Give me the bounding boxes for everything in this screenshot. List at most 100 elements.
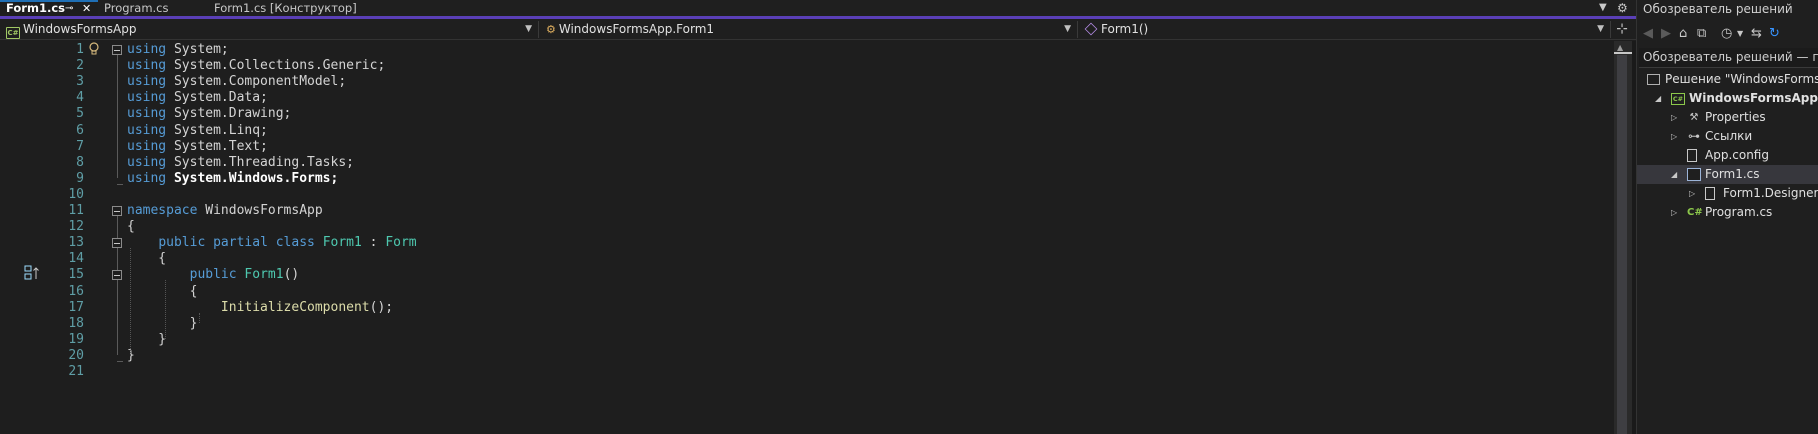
- lightbulb-icon[interactable]: [88, 42, 100, 56]
- tree-item-label: Form1.Designer.cs: [1723, 186, 1818, 200]
- collapsed-arrow-icon[interactable]: ▷: [1671, 108, 1677, 127]
- code-line[interactable]: 21: [0, 364, 1614, 383]
- search-input[interactable]: Обозреватель решений — поиск (Ctrl+;): [1639, 48, 1818, 68]
- code-token: System;: [166, 42, 229, 57]
- line-number: 5: [76, 106, 84, 122]
- code-token: WindowsFormsApp: [197, 203, 323, 218]
- code-token: using: [127, 74, 167, 90]
- forward-icon[interactable]: ▶: [1661, 26, 1671, 42]
- navigation-bar: C# WindowsFormsApp ▼ ⚙ WindowsFormsApp.For…: [0, 19, 1636, 40]
- tree-item[interactable]: Решение "WindowsFormsApp" (проектов: 1 и…: [1637, 70, 1818, 89]
- tab-form1-designer[interactable]: Form1.cs [Конструктор]: [214, 0, 374, 16]
- line-number: 20: [68, 347, 84, 363]
- code-token: using: [127, 154, 167, 170]
- solution-explorer-toolbar: ◀ ▶ ⌂ ⧉ ◷ ▼ ⇆ ↻: [1637, 22, 1818, 46]
- split-window-icon[interactable]: ⊹: [1612, 21, 1632, 38]
- collapsed-arrow-icon[interactable]: ▷: [1689, 184, 1695, 203]
- code-text: public partial class Form1 : Form: [127, 235, 416, 251]
- line-number: 3: [76, 74, 84, 90]
- code-text: namespace WindowsFormsApp: [127, 203, 323, 219]
- line-number: 1: [76, 42, 84, 57]
- code-text: using System.Collections.Generic;: [127, 58, 385, 74]
- line-number: 7: [76, 138, 84, 154]
- chevron-down-icon: ▼: [1064, 24, 1071, 34]
- pending-changes-filter-icon[interactable]: ◷: [1721, 26, 1732, 42]
- member-dropdown-value: Form1(): [1101, 22, 1149, 36]
- code-text: using System.ComponentModel;: [127, 74, 346, 90]
- outline-guide-end: [117, 360, 123, 362]
- tab-program-cs[interactable]: Program.cs: [104, 0, 202, 16]
- tree-item[interactable]: ▷ ⊶ Ссылки: [1637, 127, 1818, 146]
- code-token: System.Text;: [166, 138, 268, 154]
- code-token: Form1: [322, 235, 362, 251]
- code-text: using System.Data;: [127, 90, 268, 106]
- collapsed-arrow-icon[interactable]: ▷: [1671, 127, 1677, 146]
- sync-with-active-document-icon[interactable]: ⇆: [1751, 26, 1762, 42]
- tree-item-label: Program.cs: [1705, 205, 1773, 219]
- code-token: }: [127, 331, 167, 347]
- tree-item[interactable]: ▷ Form1.Designer.cs: [1637, 184, 1818, 203]
- collapsed-arrow-icon[interactable]: ▷: [1671, 203, 1677, 222]
- outline-guide: [117, 280, 118, 323]
- scrollbar-thumb[interactable]: [1617, 55, 1627, 434]
- back-icon[interactable]: ◀: [1643, 26, 1653, 42]
- code-token: System.Threading.Tasks;: [166, 154, 354, 170]
- project-dropdown-value: WindowsFormsApp: [23, 22, 137, 36]
- wrench-icon: ⚒: [1689, 112, 1699, 123]
- tree-item[interactable]: App.config: [1637, 146, 1818, 165]
- tree-item[interactable]: ▷ C# Program.cs: [1637, 203, 1818, 222]
- collapse-region-icon[interactable]: [112, 206, 122, 216]
- tree-item[interactable]: ◢ Form1.cs: [1637, 165, 1818, 184]
- code-text: using System;: [127, 42, 229, 58]
- code-text-area[interactable]: 1 using System; 2 using System.Collections.…: [0, 41, 1614, 434]
- solution-icon: [1647, 74, 1660, 85]
- collapse-region-icon[interactable]: [112, 270, 122, 281]
- code-text: {: [127, 251, 166, 267]
- scroll-up-arrow-icon[interactable]: ▲: [1617, 43, 1623, 52]
- line-number: 17: [68, 299, 84, 315]
- code-token: System.Drawing;: [166, 106, 292, 122]
- code-token: using: [127, 106, 167, 122]
- csharp-project-icon: C#: [1671, 93, 1685, 105]
- code-token: class: [275, 235, 315, 251]
- chevron-down-icon: ▼: [1597, 24, 1604, 34]
- line-number: 18: [68, 315, 84, 331]
- line-number: 6: [76, 122, 84, 138]
- tree-item[interactable]: ▷ ⚒ Properties: [1637, 108, 1818, 127]
- code-token: (): [283, 267, 300, 283]
- tree-item-label: Ссылки: [1705, 129, 1753, 143]
- tree-item-label: App.config: [1705, 148, 1769, 162]
- csharp-file-icon: C#: [1687, 207, 1703, 218]
- code-text: using System.Linq;: [127, 123, 268, 139]
- project-dropdown[interactable]: C# WindowsFormsApp ▼: [0, 21, 539, 39]
- class-dropdown[interactable]: ⚙ WindowsFormsApp.Form1 ▼: [540, 21, 1078, 38]
- tab-label: Program.cs: [104, 1, 169, 15]
- expanded-arrow-icon[interactable]: ◢: [1655, 89, 1661, 108]
- home-icon[interactable]: ⌂: [1679, 26, 1687, 42]
- panel-title: Обозреватель решений: [1643, 2, 1793, 16]
- code-editor[interactable]: Form1.cs ⊸ ✕ Program.cs Form1.cs [Констр…: [0, 0, 1636, 434]
- refresh-icon[interactable]: ↻: [1769, 26, 1780, 42]
- settings-gear-icon[interactable]: ⚙: [1617, 0, 1628, 16]
- inheritance-marker-icon[interactable]: [24, 265, 40, 281]
- expanded-arrow-icon[interactable]: ◢: [1671, 165, 1677, 184]
- tab-form1-cs[interactable]: Form1.cs ⊸ ✕: [0, 0, 98, 16]
- collapse-region-icon[interactable]: [112, 45, 122, 55]
- line-number: 16: [68, 283, 84, 299]
- collapse-region-icon[interactable]: [112, 238, 122, 249]
- file-icon: [1705, 187, 1715, 200]
- code-token: InitializeComponent: [220, 299, 370, 315]
- close-icon[interactable]: ✕: [82, 2, 91, 15]
- line-number: 21: [68, 364, 84, 379]
- chevron-down-icon[interactable]: ▼: [1737, 26, 1743, 42]
- switch-views-icon[interactable]: ⧉: [1697, 26, 1706, 42]
- pin-icon[interactable]: ⊸: [65, 2, 73, 15]
- tree-item[interactable]: ◢ C# WindowsFormsApp: [1637, 89, 1818, 108]
- solution-explorer-panel: Обозреватель решений ◀ ▶ ⌂ ⧉ ◷ ▼ ⇆ ↻ Обо…: [1636, 0, 1818, 434]
- tab-list-dropdown-icon[interactable]: ▼: [1599, 0, 1607, 16]
- member-dropdown[interactable]: Form1() ▼: [1079, 21, 1611, 38]
- code-text: }: [127, 316, 198, 332]
